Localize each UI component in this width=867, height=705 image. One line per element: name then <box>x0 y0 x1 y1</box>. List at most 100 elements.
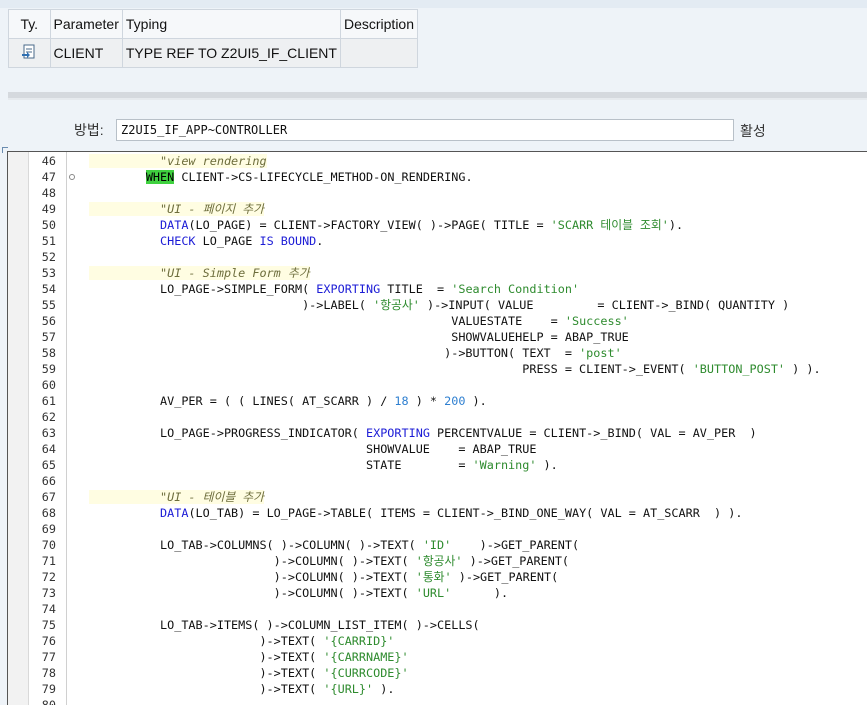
code-token: )->COLUMN( )->TEXT( <box>89 570 416 584</box>
code-text: DATA(LO_PAGE) = CLIENT->FACTORY_VIEW( )-… <box>89 217 683 233</box>
code-text: STATE = 'Warning' ). <box>89 457 558 473</box>
line-number: 75 <box>41 618 56 632</box>
line-number: 56 <box>41 314 56 328</box>
line-number: 68 <box>41 506 56 520</box>
code-token: 'Warning' <box>472 458 537 472</box>
code-text: VALUESTATE = 'Success' <box>89 313 629 329</box>
code-text: )->LABEL( '항공사' )->INPUT( VALUE = CLIENT… <box>89 297 789 313</box>
line-number: 70 <box>41 538 56 552</box>
line-number: 67 <box>41 490 56 504</box>
code-token: 18 <box>394 394 409 408</box>
code-token: 'Search Condition' <box>451 282 580 296</box>
line-number: 66 <box>41 474 56 488</box>
code-text: LO_PAGE->SIMPLE_FORM( EXPORTING TITLE = … <box>89 281 579 297</box>
code-token: '{CARRID}' <box>323 634 395 648</box>
line-number: 50 <box>41 218 56 232</box>
code-token: EXPORTING <box>316 282 381 296</box>
line-number: 54 <box>41 282 56 296</box>
code-token: (LO_TAB) = LO_PAGE->TABLE( ITEMS = CLIEN… <box>188 506 743 520</box>
code-token: PERCENTVALUE = CLIENT->_BIND( VAL = AV_P… <box>429 426 757 440</box>
column-header-description[interactable]: Description <box>339 9 419 39</box>
line-number: 46 <box>41 154 56 168</box>
code-text: AV_PER = ( ( LINES( AT_SCARR ) / 18 ) * … <box>89 393 487 409</box>
code-text: SHOWVALUE = ABAP_TRUE <box>89 441 536 457</box>
code-token: "UI - 테이블 추가 <box>89 490 265 504</box>
code-token: )->GET_PARENT( <box>462 554 570 568</box>
code-token: TITLE = <box>380 282 452 296</box>
line-number: 52 <box>41 250 56 264</box>
code-text: )->TEXT( '{CURRCODE}' <box>89 665 408 681</box>
parameter-type-cell[interactable] <box>8 38 51 68</box>
code-token: )->COLUMN( )->TEXT( <box>89 586 416 600</box>
code-token: AV_PER = ( ( LINES( AT_SCARR ) / <box>89 394 395 408</box>
column-header-ty[interactable]: Ty. <box>8 9 51 39</box>
code-text: )->COLUMN( )->TEXT( '통화' )->GET_PARENT( <box>89 569 559 585</box>
parameter-description-cell[interactable] <box>339 38 419 68</box>
column-header-typing[interactable]: Typing <box>121 9 341 39</box>
code-text: )->TEXT( '{CARRID}' <box>89 633 394 649</box>
code-token: )->GET_PARENT( <box>451 538 580 552</box>
line-number: 51 <box>41 234 56 248</box>
code-text: LO_TAB->ITEMS( )->COLUMN_LIST_ITEM( )->C… <box>89 617 480 633</box>
editor-left-margin <box>8 152 29 705</box>
line-number: 73 <box>41 586 56 600</box>
line-number: 71 <box>41 554 56 568</box>
code-token: )->TEXT( <box>89 634 324 648</box>
code-token: ). <box>536 458 558 472</box>
code-token: )->GET_PARENT( <box>451 570 559 584</box>
line-number: 61 <box>41 394 56 408</box>
code-token: . <box>316 234 324 248</box>
code-token: (LO_PAGE) = CLIENT->FACTORY_VIEW( )->PAG… <box>188 218 551 232</box>
code-token: WHEN <box>145 170 175 184</box>
line-number: 48 <box>41 186 56 200</box>
importing-parameter-icon <box>21 44 37 63</box>
code-token: '항공사' <box>373 298 420 312</box>
code-token: ). <box>373 682 395 696</box>
column-header-parameter[interactable]: Parameter <box>49 9 123 39</box>
line-number: 69 <box>41 522 56 536</box>
method-name-field[interactable]: Z2UI5_IF_APP~CONTROLLER <box>116 119 734 141</box>
code-token: EXPORTING <box>366 426 430 440</box>
code-token: "view rendering <box>89 154 267 168</box>
code-token: CHECK <box>89 234 196 248</box>
toolbar-strip <box>0 0 867 8</box>
line-number: 64 <box>41 442 56 456</box>
code-editor[interactable]: 46 "view rendering 47 WHEN CLIENT->CS-LIF… <box>7 151 867 705</box>
line-number: 53 <box>41 266 56 280</box>
code-token: )->BUTTON( TEXT = <box>89 346 580 360</box>
line-number: 76 <box>41 634 56 648</box>
code-token: 'URL' <box>415 586 452 600</box>
code-text: LO_PAGE->PROGRESS_INDICATOR( EXPORTING P… <box>89 425 757 441</box>
code-token: ). <box>465 394 487 408</box>
line-number: 78 <box>41 666 56 680</box>
code-token: SHOWVALUEHELP = ABAP_TRUE <box>89 330 629 344</box>
line-number: 58 <box>41 346 56 360</box>
code-text: "UI - 페이지 추가 <box>89 201 265 217</box>
code-token: LO_TAB->COLUMNS( )->COLUMN( )->TEXT( <box>89 538 423 552</box>
code-token: "UI - Simple Form 추가 <box>89 266 310 280</box>
code-text: DATA(LO_TAB) = LO_PAGE->TABLE( ITEMS = C… <box>89 505 742 521</box>
code-token: )->TEXT( <box>89 666 324 680</box>
code-token: ). <box>451 586 509 600</box>
code-token: VALUESTATE = <box>89 314 565 328</box>
code-token: LO_PAGE->SIMPLE_FORM( <box>89 282 317 296</box>
method-label: 방법: <box>74 122 104 138</box>
code-token: 'SCARR 테이블 조회' <box>550 218 669 232</box>
line-number: 59 <box>41 362 56 376</box>
table-row[interactable]: CLIENT TYPE REF TO Z2UI5_IF_CLIENT <box>8 38 419 68</box>
status-label: 활성 <box>740 123 766 139</box>
code-token: "UI - 페이지 추가 <box>89 202 265 216</box>
code-text: LO_TAB->COLUMNS( )->COLUMN( )->TEXT( 'ID… <box>89 537 579 553</box>
code-token: '항공사' <box>415 554 463 568</box>
line-number: 62 <box>41 410 56 424</box>
code-token: DATA <box>89 506 189 520</box>
code-token: LO_PAGE->PROGRESS_INDICATOR( <box>89 426 366 440</box>
parameter-table-header: Ty. Parameter Typing Description <box>8 9 419 39</box>
fold-marker-icon[interactable] <box>69 174 75 180</box>
code-text: CHECK LO_PAGE IS BOUND. <box>89 233 323 249</box>
parameter-name-cell[interactable]: CLIENT <box>49 38 123 68</box>
code-token: SHOWVALUE = ABAP_TRUE <box>89 442 537 456</box>
parameter-typing-cell[interactable]: TYPE REF TO Z2UI5_IF_CLIENT <box>121 38 341 68</box>
line-number: 79 <box>41 682 56 696</box>
